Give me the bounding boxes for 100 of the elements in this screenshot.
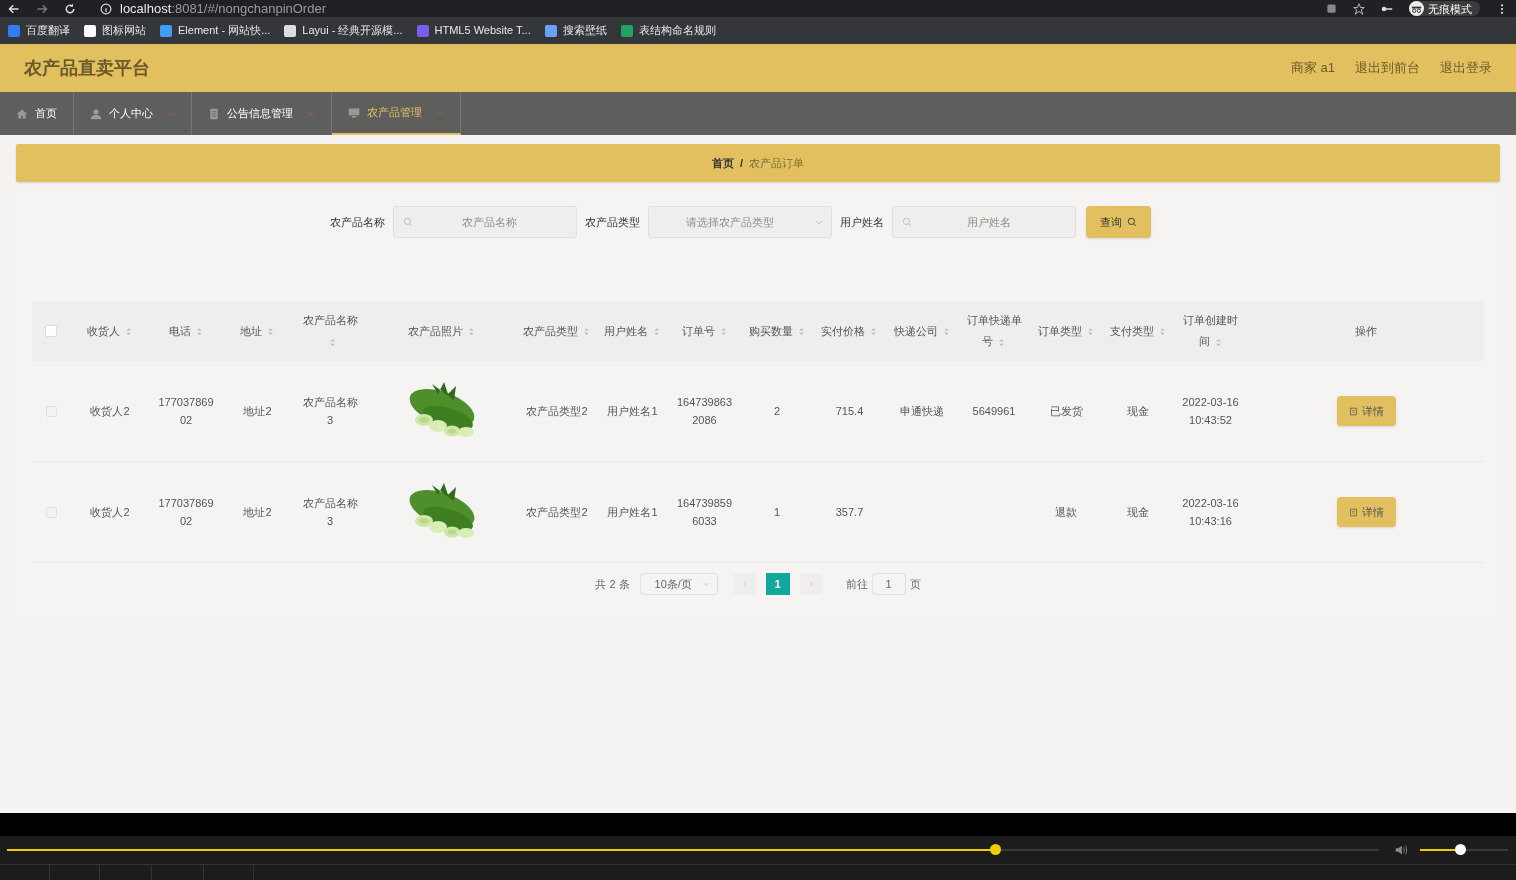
column-header[interactable]: 订单号	[681, 320, 728, 342]
search-button[interactable]: 查询	[1085, 206, 1151, 238]
table-cell-text: 已发货	[1049, 404, 1083, 419]
user-icon	[90, 107, 102, 120]
table-cell-text: 1647398632086	[676, 395, 733, 428]
column-header[interactable]: 用户姓名	[604, 320, 661, 342]
search-icon	[1126, 217, 1137, 227]
column-header[interactable]: 农产品照片	[408, 320, 476, 342]
table-cell-text: 715.4	[835, 404, 864, 419]
table-cell-text: 收货人2	[90, 404, 130, 419]
column-header[interactable]: 实付价格	[821, 320, 878, 342]
document-icon	[1348, 507, 1358, 517]
back-icon[interactable]	[8, 2, 20, 15]
next-page-button[interactable]	[799, 573, 822, 595]
bookmark-link[interactable]: 图标网站	[84, 22, 146, 39]
chevron-down-icon	[813, 217, 824, 227]
document-icon	[1348, 406, 1358, 416]
column-header[interactable]: 支付类型	[1109, 320, 1167, 342]
site-title: 农产品直卖平台	[24, 56, 150, 80]
bookmark-link[interactable]: Element - 网站快...	[160, 22, 271, 39]
profile-button[interactable]: 无痕模式	[1409, 1, 1480, 16]
column-header[interactable]: 地址	[240, 320, 275, 342]
sort-icon[interactable]	[869, 327, 878, 337]
field-label: 农产品类型	[584, 214, 640, 230]
table-cell-text: 农产品名称3	[301, 496, 359, 529]
column-header[interactable]: 农产品名称	[299, 310, 361, 352]
details-button[interactable]: 详情	[1336, 396, 1396, 426]
table-cell-text: 地址2	[243, 505, 272, 520]
sort-icon[interactable]	[997, 337, 1006, 347]
table-cell-text: 退款	[1055, 505, 1077, 520]
star-icon[interactable]	[1353, 2, 1365, 15]
breadcrumb-item[interactable]: 首页	[711, 154, 734, 172]
field-label: 用户姓名	[839, 214, 884, 230]
total-count: 共 2 条	[595, 576, 630, 592]
details-button[interactable]: 详情	[1336, 497, 1396, 527]
table-cell-text: 农产品类型2	[526, 404, 588, 419]
previous-page-button[interactable]	[733, 573, 756, 595]
column-header[interactable]: 快递公司	[893, 320, 951, 342]
select-all-checkbox[interactable]	[45, 325, 57, 337]
sort-icon[interactable]	[124, 327, 133, 337]
sort-icon[interactable]	[266, 327, 275, 337]
column-header[interactable]: 订单快递单号	[964, 310, 1024, 352]
column-header[interactable]: 电话	[168, 320, 204, 342]
input-field[interactable]: 农产品名称	[392, 206, 577, 238]
page-input[interactable]: 1	[871, 573, 906, 595]
slider-thumb[interactable]	[1454, 844, 1466, 855]
header-link[interactable]: 退出到前台	[1355, 58, 1420, 78]
bookmark-link[interactable]: Layui - 经典开源模...	[284, 22, 403, 39]
sort-icon[interactable]	[582, 327, 591, 337]
search-icon	[402, 217, 413, 227]
column-header[interactable]: 订单创建时间	[1180, 310, 1241, 352]
info-icon[interactable]	[100, 2, 112, 15]
table-cell-text: 地址2	[243, 404, 272, 419]
table-cell-text: 申通快递	[900, 404, 944, 419]
table-cell-text: 1	[773, 505, 781, 520]
table-cell-text: 现金	[1127, 404, 1149, 419]
table-cell-text: 2022-03-16 10:43:52	[1182, 395, 1239, 428]
bookmark-link[interactable]: 百度翻译	[8, 22, 70, 39]
search-icon	[901, 217, 912, 227]
forward-icon[interactable]	[36, 2, 48, 15]
goto-label: 前往	[845, 576, 868, 592]
page-size-select[interactable]: 10条/页	[639, 573, 718, 595]
bookmark-link[interactable]: 表结构命名规则	[620, 22, 716, 39]
volume-icon[interactable]	[1394, 843, 1408, 857]
translate-icon[interactable]	[1326, 3, 1337, 14]
sort-icon[interactable]	[652, 327, 661, 337]
column-header[interactable]: 农产品类型	[523, 320, 591, 342]
column-header[interactable]: 购买数量	[748, 320, 806, 342]
input-field[interactable]: 用户姓名	[891, 206, 1076, 238]
sort-icon[interactable]	[467, 327, 476, 337]
table-cell-text: 用户姓名1	[607, 404, 658, 419]
table-cell-text: 5649961	[972, 404, 1016, 419]
field-label: 农产品名称	[329, 214, 385, 230]
goto-suffix: 页	[909, 576, 921, 592]
table-cell-text: 农产品类型2	[526, 505, 588, 520]
bookmark-link[interactable]: 搜索壁纸	[544, 22, 607, 39]
reload-icon[interactable]	[64, 2, 76, 15]
header-link[interactable]: 商家 a1	[1290, 58, 1335, 78]
table-cell-text: 357.7	[835, 505, 864, 520]
column-header: 操作	[1355, 323, 1377, 339]
table-cell-text: 2	[773, 404, 781, 419]
breadcrumb-separator: /	[739, 155, 744, 171]
column-header[interactable]: 收货人	[87, 320, 133, 342]
table-cell-text: 收货人2	[90, 505, 130, 520]
header-link[interactable]: 退出登录	[1440, 58, 1492, 78]
slider-thumb[interactable]	[989, 844, 1001, 855]
table-cell-text: 17703786902	[158, 395, 214, 428]
table-cell-text: 现金	[1127, 505, 1149, 520]
url-text[interactable]: localhost:8081/#/nongchanpinOrder	[120, 0, 326, 17]
column-header[interactable]: 订单类型	[1037, 320, 1095, 342]
document-icon	[208, 107, 220, 120]
bookmark-link[interactable]: HTML5 Website T...	[416, 22, 531, 39]
table-cell-text: 用户姓名1	[607, 505, 658, 520]
table-cell-text: 17703786902	[158, 496, 214, 529]
table-cell-text: 农产品名称3	[301, 395, 359, 428]
select-field[interactable]: 请选择农产品类型	[647, 206, 832, 238]
table-cell-text: 1647398596033	[676, 496, 733, 529]
home-icon	[16, 107, 28, 120]
table-cell-text: 2022-03-16 10:43:16	[1182, 496, 1239, 529]
monitor-icon	[348, 106, 360, 119]
